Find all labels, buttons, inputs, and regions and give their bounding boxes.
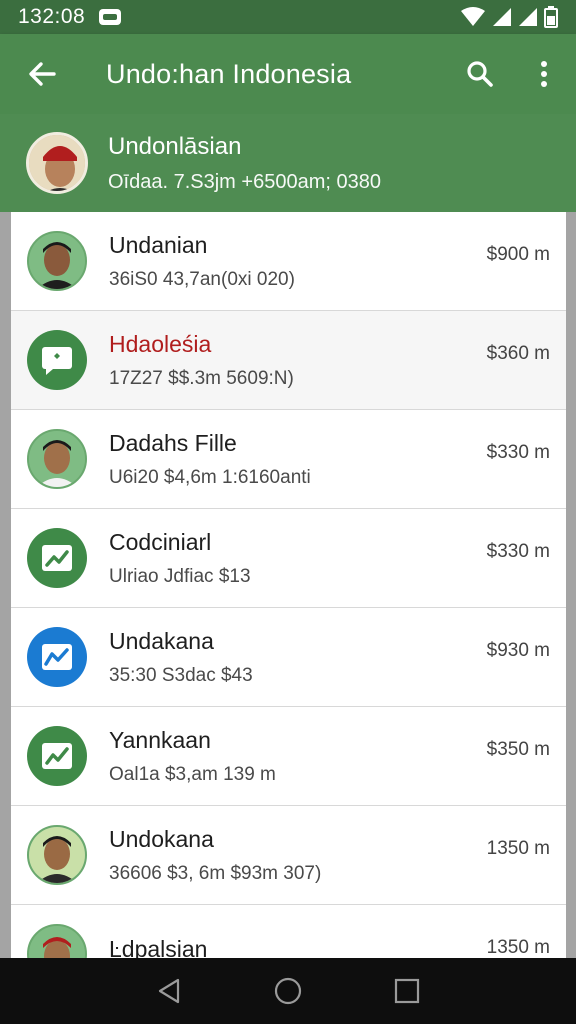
list-item-amount: $330 m [486, 442, 550, 463]
nav-back-icon [159, 978, 180, 1004]
list-item-subtitle: 17Z27 $$.3m 5609:N) [109, 367, 294, 389]
nav-recents-button[interactable] [377, 966, 437, 1016]
list-item-amount: $350 m [486, 739, 550, 760]
battery-icon [544, 6, 558, 28]
status-bar: 132:08 [0, 0, 576, 34]
search-button[interactable] [448, 34, 512, 114]
nav-recents-icon [394, 978, 419, 1004]
list-item-subtitle: 36iS0 43,7an(0xi 020) [109, 268, 295, 290]
list-item-amount: $900 m [486, 244, 550, 265]
person-avatar [27, 924, 87, 958]
profile-texts: Undonlāsian Oīdaa. 7.S3jm +6500am; 0380 [108, 133, 381, 194]
notification-icon [99, 9, 122, 25]
list-item[interactable]: Yannkaan Oal1a $3,am 139 m $350 m [11, 707, 566, 806]
list-item-subtitle: Ulriao Jdfiac $13 [109, 565, 251, 587]
profile-name: Undonlāsian [108, 132, 242, 160]
list-item[interactable]: Undokana 36606 $3, 6m $93m 307) 1350 m [11, 806, 566, 905]
list-item[interactable]: Undakana 35:30 S3dac $43 $930 m [11, 608, 566, 707]
list-item-amount: $330 m [486, 541, 550, 562]
chart-icon [27, 627, 87, 687]
status-time: 132:08 [18, 5, 86, 28]
profile-header[interactable]: Undonlāsian Oīdaa. 7.S3jm +6500am; 0380 [0, 114, 576, 212]
signal-icon [519, 8, 537, 26]
person-avatar [27, 825, 87, 885]
app-bar: Undo:han Indonesia [0, 34, 576, 114]
chart-icon [27, 528, 87, 588]
list-item[interactable]: Ŀdpalsian 1350 m [11, 905, 566, 958]
chat-bubble-icon [27, 330, 87, 390]
list-item-subtitle: 36606 $3, 6m $93m 307) [109, 862, 322, 884]
signal-icon [493, 8, 511, 26]
list-item[interactable]: Hdaoleśia 17Z27 $$.3m 5609:N) $360 m [11, 311, 566, 410]
app-title: Undo:han Indonesia [106, 58, 352, 89]
system-nav-bar [0, 958, 576, 1024]
chart-icon [27, 726, 87, 786]
list-item-subtitle: U6i20 $4,6m 1:6160anti [109, 466, 311, 488]
nav-back-button[interactable] [139, 966, 199, 1016]
list-item-amount: $360 m [486, 343, 550, 364]
person-avatar [27, 429, 87, 489]
list-item-subtitle: Oal1a $3,am 139 m [109, 763, 276, 785]
list-item-amount: $930 m [486, 640, 550, 661]
back-button[interactable] [0, 34, 84, 114]
nav-home-button[interactable] [258, 966, 318, 1016]
person-avatar [27, 231, 87, 291]
list-item[interactable]: Codciniarl Ulriao Jdfiac $13 $330 m [11, 509, 566, 608]
list-item-subtitle: 35:30 S3dac $43 [109, 664, 253, 686]
app-bar-actions [448, 34, 576, 114]
profile-avatar [26, 132, 88, 194]
status-icons [460, 6, 558, 28]
more-vert-icon [541, 61, 547, 87]
profile-meta: Oīdaa. 7.S3jm +6500am; 0380 [108, 170, 381, 193]
arrow-back-icon [29, 62, 56, 86]
search-icon [467, 61, 493, 87]
list-item-amount: 1350 m [486, 937, 550, 958]
transaction-list: Undanian 36iS0 43,7an(0xi 020) $900 m Hd… [11, 212, 566, 958]
list-item-amount: 1350 m [486, 838, 550, 859]
more-options-button[interactable] [512, 34, 576, 114]
nav-home-icon [274, 977, 302, 1005]
list-item[interactable]: Dadahs Fille U6i20 $4,6m 1:6160anti $330… [11, 410, 566, 509]
list-item[interactable]: Undanian 36iS0 43,7an(0xi 020) $900 m [11, 212, 566, 311]
screen: 132:08 Undo:han Indonesia Undonlāsian Oī… [0, 0, 576, 1024]
wifi-icon [461, 7, 485, 26]
